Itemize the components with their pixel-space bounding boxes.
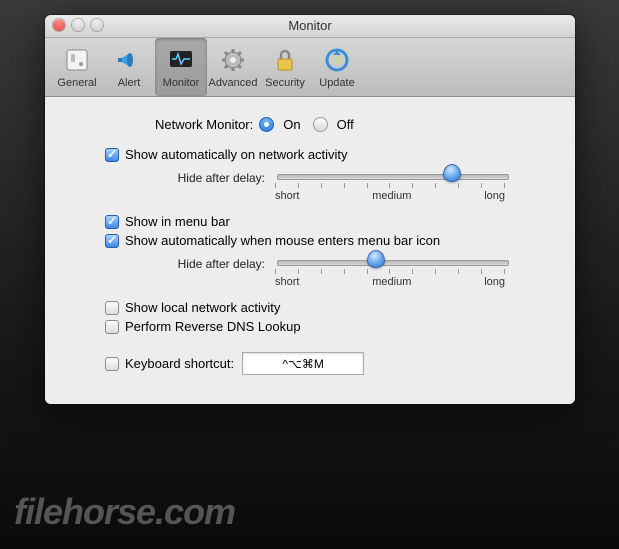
monitor-icon xyxy=(166,45,196,75)
hide-delay-label-2: Hide after delay: xyxy=(165,257,265,271)
check-show-local[interactable] xyxy=(105,301,119,315)
radio-on-label[interactable]: On xyxy=(283,117,300,132)
check-show-menu-bar-label: Show in menu bar xyxy=(125,214,230,229)
watermark: filehorse.com xyxy=(14,491,235,533)
tab-alert[interactable]: Alert xyxy=(103,38,155,96)
radio-off[interactable] xyxy=(313,117,328,132)
hide-delay-slider-2[interactable] xyxy=(277,260,509,266)
tick-long: long xyxy=(484,190,505,202)
tab-monitor[interactable]: Monitor xyxy=(155,38,207,96)
check-keyboard-shortcut[interactable] xyxy=(105,357,119,371)
gear-icon xyxy=(218,45,248,75)
keyboard-shortcut-label: Keyboard shortcut: xyxy=(125,356,234,371)
toolbar: General Alert Monitor Advanced Security … xyxy=(45,38,575,97)
close-icon[interactable] xyxy=(53,19,65,31)
tick-medium: medium xyxy=(372,276,411,288)
slider-ticks xyxy=(275,269,505,274)
tab-label: Update xyxy=(319,77,354,89)
check-show-auto-activity[interactable] xyxy=(105,148,119,162)
slider-ticks xyxy=(275,183,505,188)
tick-medium: medium xyxy=(372,190,411,202)
window-controls xyxy=(53,19,103,31)
tick-short: short xyxy=(275,276,299,288)
radio-off-label[interactable]: Off xyxy=(337,117,354,132)
window-title: Monitor xyxy=(288,18,331,33)
hide-delay-slider-1[interactable] xyxy=(277,174,509,180)
check-show-local-label: Show local network activity xyxy=(125,300,280,315)
tab-label: Advanced xyxy=(209,77,258,89)
tab-advanced[interactable]: Advanced xyxy=(207,38,259,96)
check-show-auto-mouse[interactable] xyxy=(105,234,119,248)
tab-general[interactable]: General xyxy=(51,38,103,96)
hide-delay-label-1: Hide after delay: xyxy=(165,171,265,185)
content-pane: Network Monitor: On Off Show automatical… xyxy=(45,97,575,404)
check-show-auto-mouse-label: Show automatically when mouse enters men… xyxy=(125,233,440,248)
check-show-auto-activity-label: Show automatically on network activity xyxy=(125,147,348,162)
minimize-icon[interactable] xyxy=(72,19,84,31)
titlebar[interactable]: Monitor xyxy=(45,15,575,38)
tab-label: Monitor xyxy=(163,77,200,89)
tick-long: long xyxy=(484,276,505,288)
tab-label: General xyxy=(57,77,96,89)
tab-security[interactable]: Security xyxy=(259,38,311,96)
check-reverse-dns-label: Perform Reverse DNS Lookup xyxy=(125,319,301,334)
network-monitor-label: Network Monitor: xyxy=(155,117,253,132)
tab-update[interactable]: Update xyxy=(311,38,363,96)
tick-short: short xyxy=(275,190,299,202)
tab-label: Security xyxy=(265,77,305,89)
tab-label: Alert xyxy=(118,77,141,89)
zoom-icon[interactable] xyxy=(91,19,103,31)
check-reverse-dns[interactable] xyxy=(105,320,119,334)
check-show-menu-bar[interactable] xyxy=(105,215,119,229)
lock-icon xyxy=(270,45,300,75)
update-icon xyxy=(322,45,352,75)
megaphone-icon xyxy=(114,45,144,75)
radio-on[interactable] xyxy=(259,117,274,132)
preferences-window: Monitor General Alert Monitor Advanced S… xyxy=(45,15,575,404)
switch-icon xyxy=(62,45,92,75)
network-monitor-row: Network Monitor: On Off xyxy=(155,117,545,132)
keyboard-shortcut-field[interactable] xyxy=(242,352,364,375)
